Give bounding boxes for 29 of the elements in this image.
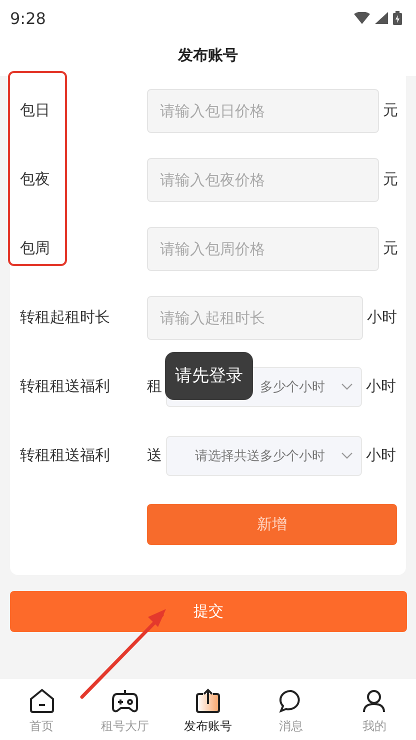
nav-tab[interactable]: 消息 — [250, 679, 333, 740]
field-label: 包周 — [20, 239, 51, 258]
nav-tab[interactable]: 租号大厅 — [83, 679, 166, 740]
status-time: 9:28 — [10, 8, 46, 28]
add-button[interactable]: 新增 — [147, 504, 397, 545]
duration-input[interactable]: 请输入起租时长 — [147, 296, 363, 340]
price-input[interactable]: 请输入包日价格 — [147, 88, 379, 132]
field-label: 转租租送福利 — [20, 446, 111, 465]
unit-label: 元 — [383, 101, 398, 120]
login-toast: 请先登录 — [165, 352, 253, 400]
unit-label: 元 — [383, 239, 398, 258]
nav-tab[interactable]: 我的 — [332, 679, 416, 740]
field-label: 转租起租时长 — [20, 308, 111, 327]
submit-button[interactable]: 提交 — [10, 591, 407, 632]
field-label: 包日 — [20, 101, 51, 120]
unit-label: 小时 — [366, 446, 396, 465]
unit-label: 小时 — [367, 308, 397, 327]
nav-tab[interactable]: 发布账号 — [166, 679, 250, 740]
prefix-label: 送 — [147, 446, 163, 465]
price-input[interactable]: 请输入包周价格 — [147, 226, 379, 270]
unit-label: 元 — [383, 170, 398, 189]
nav-tab[interactable]: 首页 — [0, 679, 84, 740]
hours-dropdown[interactable]: 请选择共送多少个小时 — [166, 436, 362, 476]
unit-label: 小时 — [366, 377, 396, 396]
page-title: 发布账号 — [178, 46, 238, 64]
field-label: 转租租送福利 — [20, 377, 111, 396]
price-input[interactable]: 请输入包夜价格 — [147, 158, 379, 202]
prefix-label: 租 — [147, 377, 163, 396]
field-label: 包夜 — [20, 170, 51, 189]
